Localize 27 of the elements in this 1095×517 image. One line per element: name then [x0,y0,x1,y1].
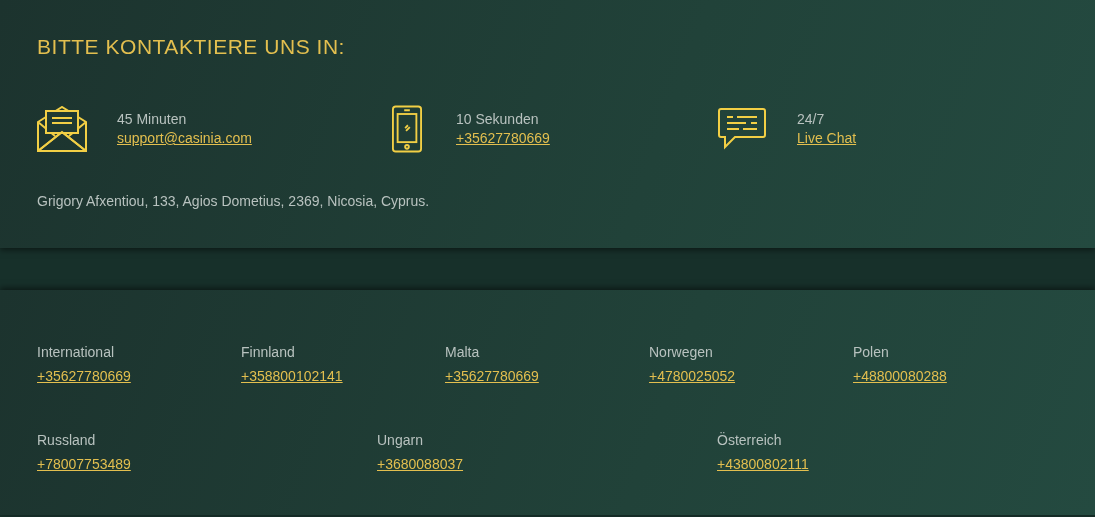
phone-link[interactable]: +4780025052 [649,364,736,388]
country-label: Ungarn [377,431,424,450]
phone-link[interactable]: +43800802111 [717,452,809,476]
response-time: 10 Sekunden [456,110,540,129]
phone-link[interactable]: +78007753489 [37,452,131,476]
address-text: Grigory Afxentiou, 133, Agios Dometius, 2369, Nicosia, Cyprus. [37,192,431,211]
phone-link[interactable]: +35627780669 [37,364,131,388]
phone-link[interactable]: +48800080288 [853,364,947,388]
country-label: Russland [37,431,97,450]
country-label: International [37,343,116,362]
phone-link[interactable]: +3680088037 [377,452,464,476]
country-label: Malta [445,343,481,362]
contact-title: BITTE KONTAKTIERE UNS IN: [37,36,346,57]
response-time: 24/7 [797,110,826,129]
phone-link[interactable]: +35627780669 [445,364,539,388]
contact-link[interactable]: support@casinia.com [117,129,252,148]
country-label: Polen [853,343,890,362]
smartphone-icon [392,104,422,154]
chat-bubble-icon [718,108,766,150]
country-label: Finnland [241,343,296,362]
envelope-icon [37,106,87,152]
phone-link[interactable]: +358800102141 [241,364,343,388]
response-time: 45 Minuten [117,110,188,129]
contact-link[interactable]: +35627780669 [456,129,550,148]
country-label: Norwegen [649,343,714,362]
contact-link[interactable]: Live Chat [797,129,857,148]
country-label: Österreich [717,431,783,450]
